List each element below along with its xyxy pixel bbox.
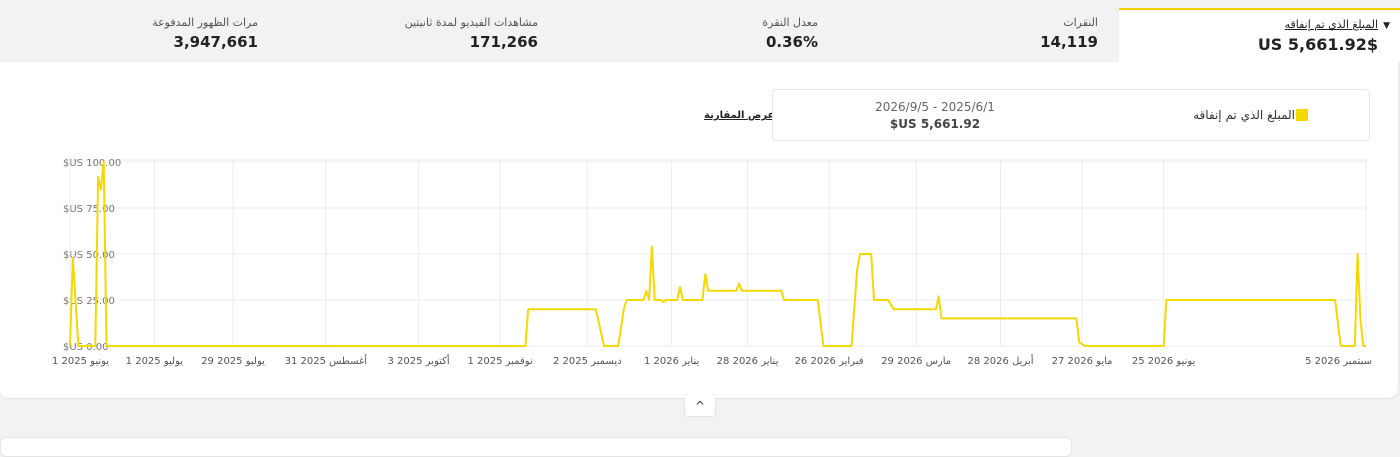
x-tick-label: 1 يوليو 2025	[126, 356, 184, 367]
x-tick-label: 1 نوفمبر 2025	[468, 356, 533, 367]
next-section-card	[0, 437, 1072, 457]
x-tick-label: 28 أبريل 2026	[968, 354, 1034, 367]
x-tick-label: 1 يناير 2026	[644, 356, 700, 367]
x-tick-label: 3 أكتوبر 2025	[387, 354, 449, 367]
x-tick-label: 26 فبراير 2026	[795, 356, 864, 367]
y-tick-label: $US 100.00	[63, 158, 121, 169]
x-tick-label: 27 مايو 2026	[1052, 356, 1113, 367]
collapse-button[interactable]: ^	[684, 398, 716, 417]
x-tick-label: 2 ديسمبر 2025	[553, 356, 622, 367]
x-tick-label: 28 يناير 2026	[717, 356, 779, 367]
x-tick-label: 31 أغسطس 2025	[285, 354, 368, 367]
x-tick-label: 5 سبتمبر 2026	[1305, 356, 1372, 367]
line-chart: $US 0.00$US 25.00$US 50.00$US 75.00$US 1…	[52, 158, 1372, 367]
chevron-up-icon: ^	[694, 399, 706, 413]
y-tick-label: $US 75.00	[63, 204, 115, 215]
x-tick-label: 1 يونيو 2025	[52, 356, 109, 367]
x-tick-label: 29 مارس 2026	[881, 356, 951, 367]
y-tick-label: $US 50.00	[63, 250, 115, 261]
x-tick-label: 25 يونيو 2026	[1132, 356, 1196, 367]
plot-frame	[69, 159, 1367, 347]
x-tick-label: 29 يوليو 2025	[201, 356, 265, 367]
